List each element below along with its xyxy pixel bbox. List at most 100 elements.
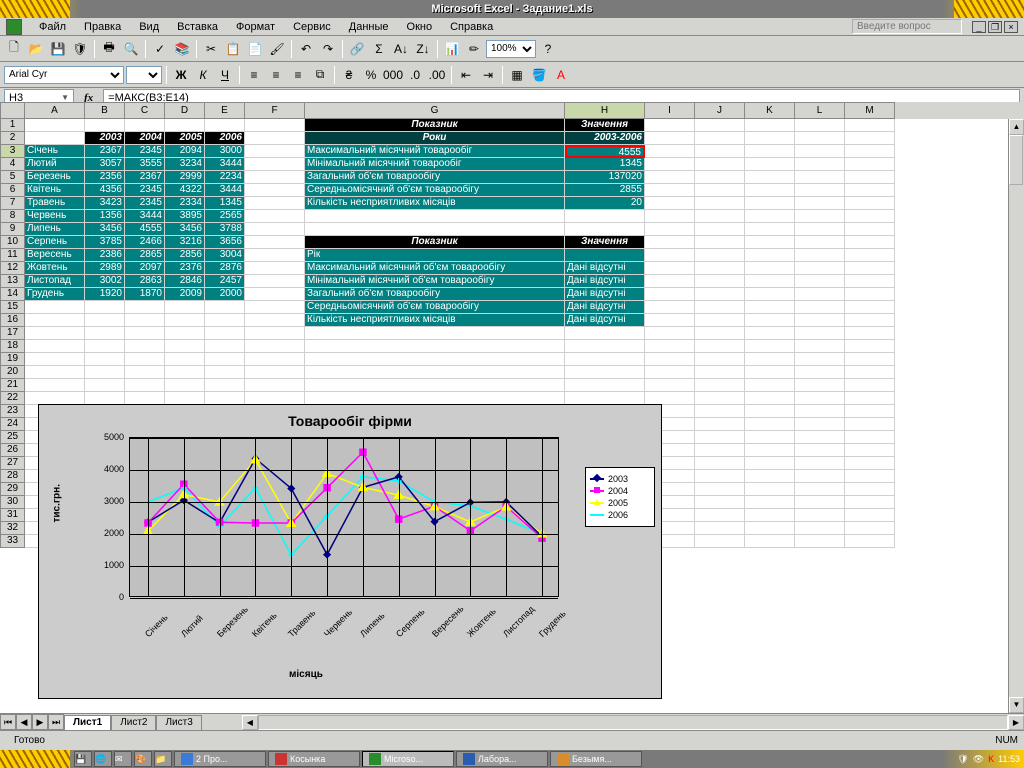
cell[interactable] [845, 366, 895, 379]
cell[interactable] [565, 223, 645, 236]
row-header[interactable]: 2 [0, 132, 25, 145]
cell[interactable] [745, 522, 795, 535]
new-icon[interactable]: 🗋 [4, 39, 24, 59]
row-header[interactable]: 18 [0, 340, 25, 353]
cell[interactable] [695, 392, 745, 405]
cell[interactable]: Мінімальний місячний об'єм товарообігу [305, 275, 565, 288]
cell[interactable] [125, 327, 165, 340]
cell[interactable] [125, 340, 165, 353]
cell[interactable] [645, 223, 695, 236]
cell[interactable]: Жовтень [25, 262, 85, 275]
cell[interactable] [695, 275, 745, 288]
row-header[interactable]: 31 [0, 509, 25, 522]
cell[interactable]: 2367 [85, 145, 125, 158]
cell[interactable]: 3788 [205, 223, 245, 236]
cell[interactable] [25, 327, 85, 340]
cell[interactable] [795, 314, 845, 327]
cell[interactable] [845, 483, 895, 496]
cell[interactable] [795, 249, 845, 262]
cell[interactable] [745, 366, 795, 379]
permission-icon[interactable]: 🛡 [70, 39, 90, 59]
percent-icon[interactable]: % [361, 65, 381, 85]
cell[interactable] [645, 197, 695, 210]
cell[interactable]: 2334 [165, 197, 205, 210]
cell[interactable]: 2006 [205, 132, 245, 145]
cell[interactable] [645, 119, 695, 132]
cell[interactable]: 4555 [125, 223, 165, 236]
bold-icon[interactable]: Ж [171, 65, 191, 85]
cell[interactable] [25, 353, 85, 366]
row-header[interactable]: 17 [0, 327, 25, 340]
cell[interactable] [795, 197, 845, 210]
cell[interactable] [795, 223, 845, 236]
cell[interactable] [695, 249, 745, 262]
system-tray[interactable]: 🛡 👁 K 11:53 [953, 754, 1024, 765]
cell[interactable] [795, 301, 845, 314]
cell[interactable] [795, 509, 845, 522]
cell[interactable] [795, 470, 845, 483]
cell[interactable]: 2094 [165, 145, 205, 158]
cell[interactable] [245, 340, 305, 353]
cell[interactable] [745, 119, 795, 132]
cell[interactable] [845, 236, 895, 249]
cell[interactable]: Рік [305, 249, 565, 262]
hyperlink-icon[interactable]: 🔗 [347, 39, 367, 59]
cell[interactable]: 2004 [125, 132, 165, 145]
taskbar-button[interactable]: 2 Про... [174, 751, 266, 767]
cell[interactable] [845, 418, 895, 431]
cell[interactable] [645, 158, 695, 171]
cell[interactable]: 2003 [85, 132, 125, 145]
align-center-icon[interactable]: ≡ [266, 65, 286, 85]
align-right-icon[interactable]: ≡ [288, 65, 308, 85]
cell[interactable] [745, 236, 795, 249]
cell[interactable] [745, 145, 795, 158]
cell[interactable] [845, 223, 895, 236]
currency-icon[interactable]: ₴ [339, 65, 359, 85]
cell[interactable] [245, 314, 305, 327]
col-header[interactable]: I [645, 102, 695, 119]
cell[interactable]: Максимальний місячний товарообіг [305, 145, 565, 158]
cell[interactable] [245, 262, 305, 275]
cell[interactable] [245, 249, 305, 262]
cell[interactable] [745, 535, 795, 548]
cell[interactable]: 2856 [165, 249, 205, 262]
cell[interactable]: 2865 [125, 249, 165, 262]
cell[interactable] [245, 327, 305, 340]
cell[interactable] [645, 353, 695, 366]
cell[interactable] [745, 132, 795, 145]
cell[interactable]: Листопад [25, 275, 85, 288]
cell[interactable] [845, 262, 895, 275]
cell[interactable] [695, 210, 745, 223]
row-header[interactable]: 28 [0, 470, 25, 483]
cell[interactable] [845, 158, 895, 171]
cut-icon[interactable]: ✂ [201, 39, 221, 59]
cell[interactable] [165, 119, 205, 132]
cell[interactable] [305, 223, 565, 236]
cell[interactable] [205, 119, 245, 132]
scroll-down-icon[interactable]: ▼ [1009, 697, 1024, 713]
cell[interactable]: Середньомісячний об'єм товарообігу [305, 184, 565, 197]
taskbar-button[interactable]: Microso... [362, 751, 454, 767]
cell[interactable] [125, 119, 165, 132]
underline-icon[interactable]: Ч [215, 65, 235, 85]
sort-asc-icon[interactable]: A↓ [391, 39, 411, 59]
cell[interactable]: 2386 [85, 249, 125, 262]
menu-data[interactable]: Данные [342, 20, 396, 34]
row-header[interactable]: 12 [0, 262, 25, 275]
cell[interactable]: Показник [305, 236, 565, 249]
inc-decimal-icon[interactable]: .0 [405, 65, 425, 85]
cell[interactable] [745, 470, 795, 483]
inc-indent-icon[interactable]: ⇥ [478, 65, 498, 85]
cell[interactable]: 3000 [205, 145, 245, 158]
cell[interactable] [795, 496, 845, 509]
cell[interactable]: 2863 [125, 275, 165, 288]
open-icon[interactable]: 📂 [26, 39, 46, 59]
cell[interactable] [125, 366, 165, 379]
col-header[interactable]: M [845, 102, 895, 119]
cell[interactable] [745, 301, 795, 314]
cell[interactable] [25, 119, 85, 132]
cell[interactable]: 2234 [205, 171, 245, 184]
cell[interactable] [695, 171, 745, 184]
cell[interactable] [205, 314, 245, 327]
taskbar-button[interactable]: Лабора... [456, 751, 548, 767]
